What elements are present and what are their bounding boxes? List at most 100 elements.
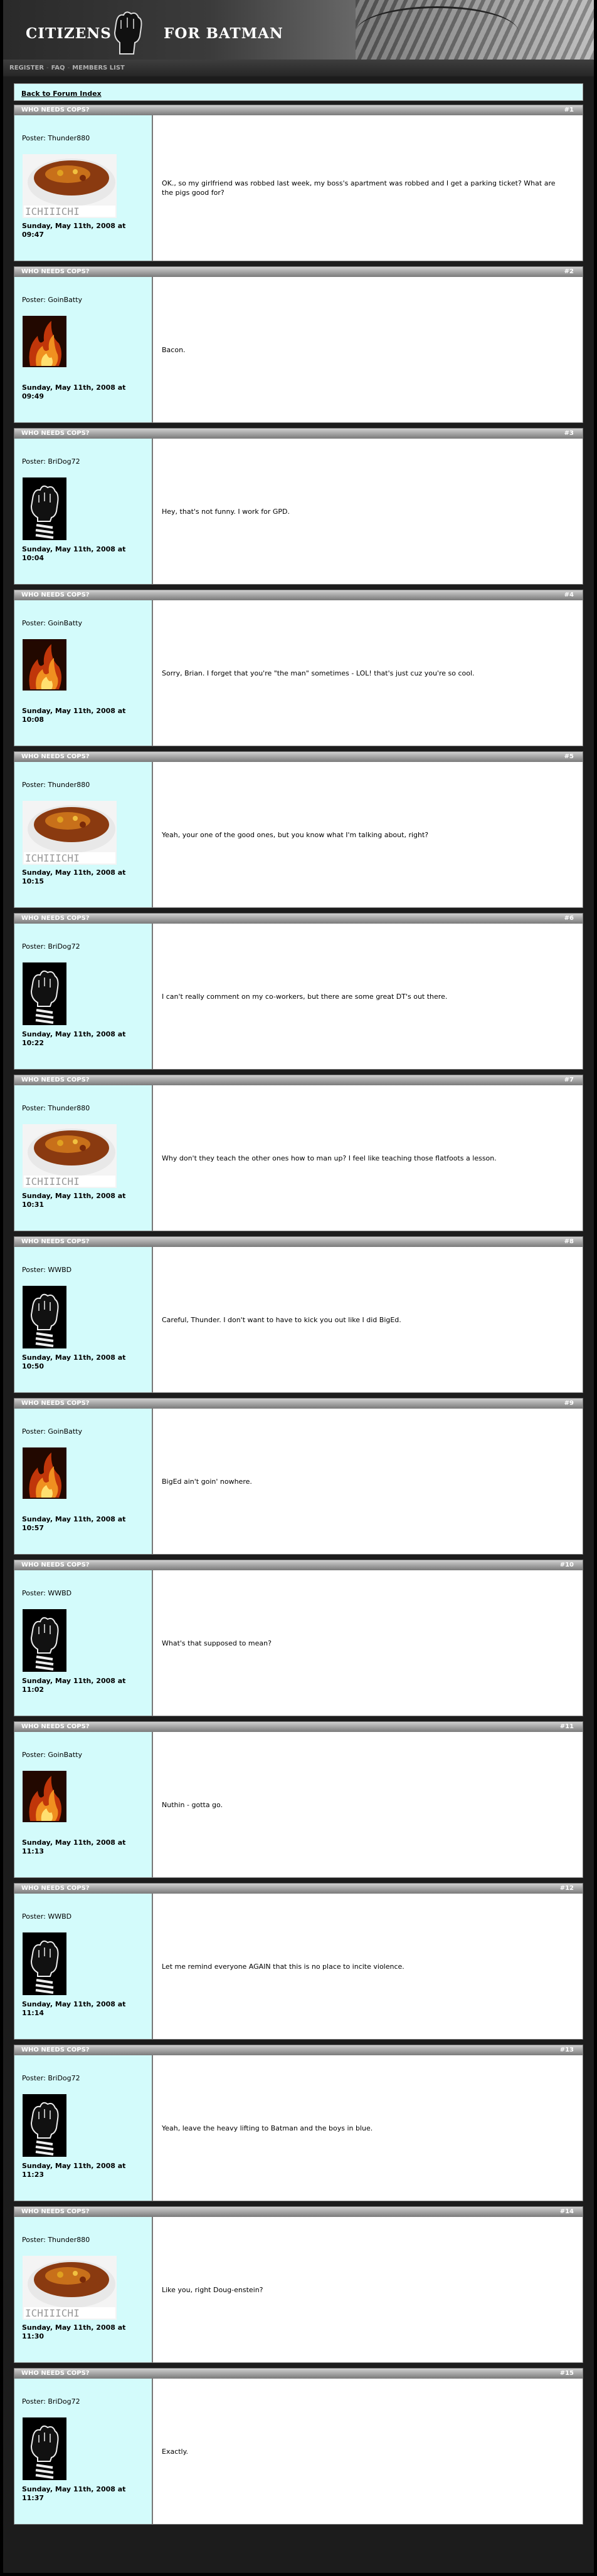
post-number[interactable]: #2 [564, 268, 574, 275]
post-date: Sunday, May 11th, 2008 at 11:13 [22, 1838, 126, 1855]
nav-members-list-link[interactable]: MEMBERS LIST [72, 60, 125, 76]
post-body: Poster: Thunder880 ICHIIICHI Sunday, May… [14, 1085, 583, 1231]
forum-post: WHO NEEDS COPS? #12 Poster: WWBD Sunday,… [14, 1883, 583, 2040]
post-body: Poster: WWBD Sunday, May 11th, 2008 at 1… [14, 1570, 583, 1716]
avatar [23, 2094, 66, 2159]
post-body: Poster: WWBD Sunday, May 11th, 2008 at 1… [14, 1894, 583, 2039]
post-title-bar: WHO NEEDS COPS? #9 [14, 1399, 583, 1409]
fist-avatar-icon [23, 962, 66, 1025]
post-message: Why don't they teach the other ones how … [162, 1154, 497, 1162]
post-body: Poster: BriDog72 Sunday, May 11th, 2008 … [14, 2379, 583, 2524]
post-title: WHO NEEDS COPS? [21, 592, 90, 598]
nav-faq-link[interactable]: FAQ [51, 60, 65, 76]
post-title: WHO NEEDS COPS? [21, 1885, 90, 1892]
post-message: What's that supposed to mean? [162, 1639, 272, 1647]
post-number[interactable]: #12 [560, 1885, 574, 1892]
post-message: BigEd ain't goin' nowhere. [162, 1477, 252, 1486]
svg-text:ICHIIICHI: ICHIIICHI [25, 206, 80, 217]
post-number[interactable]: #6 [564, 915, 574, 922]
header-bridge [356, 6, 519, 58]
post-number[interactable]: #14 [560, 2208, 574, 2215]
poster-name: Poster: BriDog72 [22, 942, 80, 951]
nav-separator: - [67, 65, 70, 71]
fist-avatar-icon [23, 2417, 66, 2480]
post-date: Sunday, May 11th, 2008 at 11:02 [22, 1677, 126, 1694]
post-number[interactable]: #11 [560, 1723, 574, 1730]
post-date: Sunday, May 11th, 2008 at 10:04 [22, 545, 126, 562]
fire-avatar-icon [23, 639, 66, 691]
post-number[interactable]: #9 [564, 1400, 574, 1407]
post-author-panel: Poster: GoinBatty Sunday, May 11th, 2008… [14, 1732, 153, 1877]
post-body: Poster: Thunder880 ICHIIICHI Sunday, May… [14, 2217, 583, 2362]
poster-name: Poster: GoinBatty [22, 619, 83, 627]
back-to-forum-index-link[interactable]: Back to Forum Index [21, 90, 102, 98]
post-message: Yeah, leave the heavy lifting to Batman … [162, 2124, 373, 2132]
post-body: Poster: BriDog72 Sunday, May 11th, 2008 … [14, 2055, 583, 2201]
post-number[interactable]: #1 [564, 107, 574, 113]
avatar [23, 1609, 66, 1674]
post-date: Sunday, May 11th, 2008 at 11:23 [22, 2162, 126, 2179]
avatar: ICHIIICHI [23, 154, 117, 221]
post-title-bar: WHO NEEDS COPS? #12 [14, 1884, 583, 1894]
post-message: Exactly. [162, 2447, 189, 2456]
post-author-panel: Poster: BriDog72 Sunday, May 11th, 2008 … [14, 2055, 153, 2201]
post-list: WHO NEEDS COPS? #1 Poster: Thunder880 IC… [14, 105, 583, 2525]
post-author-panel: Poster: WWBD Sunday, May 11th, 2008 at 1… [14, 1894, 153, 2039]
post-date: Sunday, May 11th, 2008 at 10:57 [22, 1515, 126, 1532]
post-author-panel: Poster: GoinBatty Sunday, May 11th, 2008… [14, 1409, 153, 1554]
fire-avatar-icon [23, 1447, 66, 1499]
nav-register-link[interactable]: REGISTER [9, 60, 44, 76]
fire-avatar-icon [23, 316, 66, 367]
post-title-bar: WHO NEEDS COPS? #6 [14, 914, 583, 924]
post-number[interactable]: #15 [560, 2370, 574, 2377]
chili-bowl-avatar-icon: ICHIIICHI [23, 1124, 117, 1188]
post-title: WHO NEEDS COPS? [21, 1723, 90, 1730]
forum-content: Back to Forum Index WHO NEEDS COPS? #1 P… [14, 83, 583, 2525]
chili-bowl-avatar-icon: ICHIIICHI [23, 2256, 117, 2320]
forum-post: WHO NEEDS COPS? #14 Poster: Thunder880 I… [14, 2206, 583, 2363]
post-title: WHO NEEDS COPS? [21, 430, 90, 437]
post-title-bar: WHO NEEDS COPS? #14 [14, 2207, 583, 2217]
post-title: WHO NEEDS COPS? [21, 915, 90, 922]
post-body: Poster: Thunder880 ICHIIICHI Sunday, May… [14, 762, 583, 907]
post-title-bar: WHO NEEDS COPS? #5 [14, 752, 583, 762]
post-message: Nuthin - gotta go. [162, 1800, 223, 1809]
avatar: ICHIIICHI [23, 1124, 117, 1191]
post-date: Sunday, May 11th, 2008 at 09:47 [22, 222, 126, 239]
post-title: WHO NEEDS COPS? [21, 2047, 90, 2053]
svg-text:ICHIIICHI: ICHIIICHI [25, 1176, 80, 1187]
svg-text:ICHIIICHI: ICHIIICHI [25, 2307, 80, 2319]
post-date: Sunday, May 11th, 2008 at 11:37 [22, 2485, 126, 2502]
post-author-panel: Poster: BriDog72 Sunday, May 11th, 2008 … [14, 439, 153, 584]
post-number[interactable]: #7 [564, 1077, 574, 1083]
forum-post: WHO NEEDS COPS? #15 Poster: BriDog72 Sun… [14, 2368, 583, 2525]
avatar: ICHIIICHI [23, 2256, 117, 2322]
post-message: Careful, Thunder. I don't want to have t… [162, 1315, 401, 1324]
forum-post: WHO NEEDS COPS? #8 Poster: WWBD Sunday, … [14, 1236, 583, 1393]
avatar [23, 477, 66, 543]
post-message: Hey, that's not funny. I work for GPD. [162, 507, 290, 516]
post-number[interactable]: #8 [564, 1238, 574, 1245]
post-number[interactable]: #13 [560, 2047, 574, 2053]
post-number[interactable]: #5 [564, 753, 574, 760]
forum-post: WHO NEEDS COPS? #6 Poster: BriDog72 Sund… [14, 913, 583, 1070]
avatar [23, 639, 66, 693]
post-body: Poster: GoinBatty Sunday, May 11th, 2008… [14, 1409, 583, 1554]
chili-bowl-avatar-icon: ICHIIICHI [23, 801, 117, 865]
post-date: Sunday, May 11th, 2008 at 10:08 [22, 707, 126, 724]
post-title-bar: WHO NEEDS COPS? #10 [14, 1560, 583, 1570]
top-nav: REGISTER - FAQ - MEMBERS LIST [3, 60, 594, 76]
forum-post: WHO NEEDS COPS? #4 Poster: GoinBatty Sun… [14, 590, 583, 746]
post-body: Poster: WWBD Sunday, May 11th, 2008 at 1… [14, 1247, 583, 1392]
poster-name: Poster: Thunder880 [22, 781, 90, 789]
post-body: Poster: GoinBatty Sunday, May 11th, 2008… [14, 600, 583, 746]
poster-name: Poster: GoinBatty [22, 1427, 83, 1436]
post-title-bar: WHO NEEDS COPS? #4 [14, 590, 583, 600]
post-title: WHO NEEDS COPS? [21, 1238, 90, 1245]
post-title-bar: WHO NEEDS COPS? #3 [14, 429, 583, 439]
post-number[interactable]: #4 [564, 592, 574, 598]
post-number[interactable]: #10 [560, 1562, 574, 1568]
post-message: Let me remind everyone AGAIN that this i… [162, 1962, 404, 1971]
post-number[interactable]: #3 [564, 430, 574, 437]
post-title: WHO NEEDS COPS? [21, 1077, 90, 1083]
